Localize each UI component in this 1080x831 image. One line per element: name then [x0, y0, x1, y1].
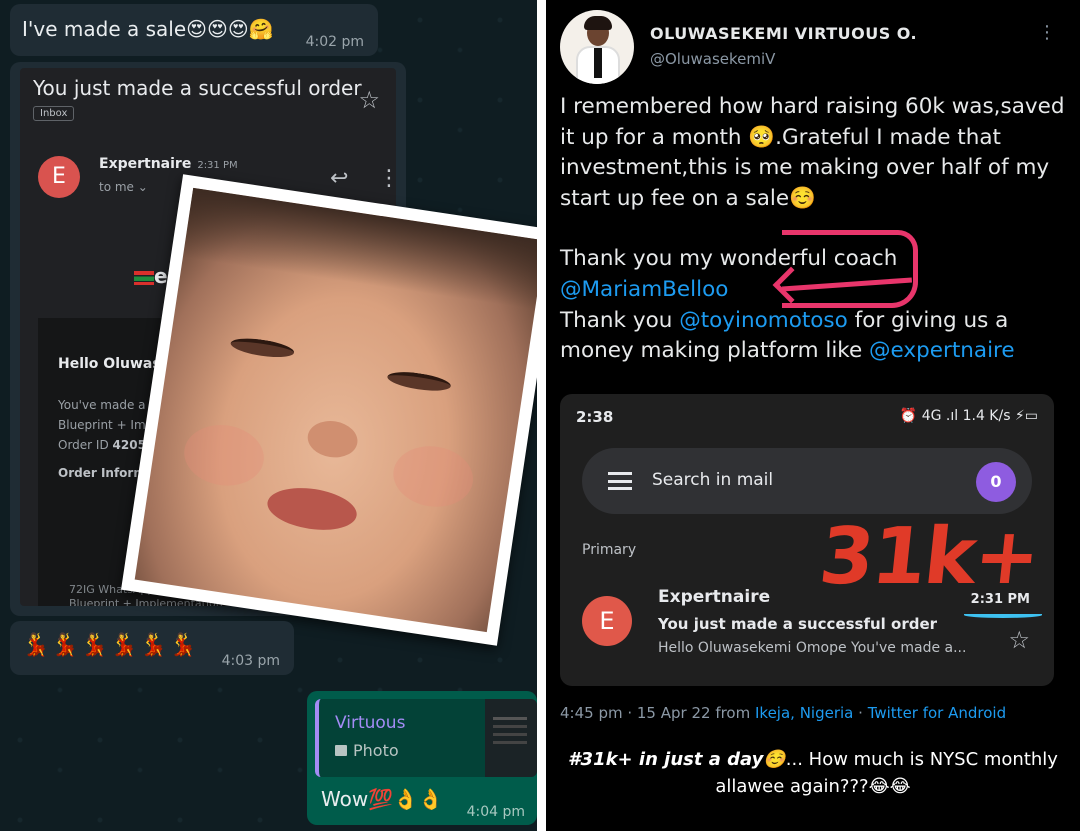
account-avatar[interactable]: 0	[976, 462, 1016, 502]
message-time: 4:04 pm	[466, 804, 525, 820]
sender-name: Expertnaire	[99, 156, 192, 172]
email-order-id: Order ID 4205	[58, 438, 146, 452]
quoted-sender: Virtuous	[335, 713, 406, 733]
message-time: 4:03 pm	[221, 653, 280, 669]
message-time: 4:02 pm	[305, 34, 364, 50]
email-subject: You just made a successful order	[658, 615, 938, 633]
incoming-message-sale[interactable]: I've made a sale😍😍😍🤗 4:02 pm	[10, 4, 378, 56]
message-text: I've made a sale😍😍😍🤗	[22, 17, 274, 41]
mail-search-bar[interactable]: Search in mail 0	[582, 448, 1032, 514]
email-snippet: Hello Oluwasekemi Omope You've made a...	[658, 640, 967, 656]
whatsapp-chat-screenshot: I've made a sale😍😍😍🤗 4:02 pm You just ma…	[0, 0, 537, 831]
outgoing-reply-message[interactable]: Virtuous Photo Wow💯👌👌 4:04 pm	[307, 691, 537, 825]
sender-avatar: E	[38, 156, 80, 198]
email-body-line: Blueprint + Imp	[58, 418, 154, 432]
client-link[interactable]: Twitter for Android	[868, 704, 1006, 722]
incoming-message-dance[interactable]: 💃💃💃💃💃💃 4:03 pm	[10, 621, 294, 675]
more-vert-icon[interactable]: ⋮	[1038, 22, 1056, 43]
inbox-section-label: Primary	[582, 542, 637, 558]
email-time: 2:31 PM	[970, 592, 1030, 607]
order-information-heading: Order Inform	[58, 466, 146, 480]
handwritten-annotation: 31k+	[815, 512, 1043, 602]
star-icon: ☆	[358, 86, 380, 114]
logo-bars-icon	[134, 270, 154, 285]
avatar-tie	[594, 48, 602, 78]
avatar-hair	[584, 16, 612, 30]
tweet-paragraph: I remembered how hard raising 60k was,sa…	[560, 94, 1065, 211]
nose	[305, 417, 360, 461]
tweet-line: money making platform like @expertnaire	[560, 338, 1015, 364]
divider	[537, 0, 546, 831]
camera-icon	[335, 745, 347, 756]
email-recipient: to me ⌄	[99, 180, 148, 194]
baby-photo-sticker	[121, 174, 537, 646]
inbox-label: Inbox	[33, 106, 75, 121]
quoted-message[interactable]: Virtuous Photo	[315, 699, 537, 777]
email-subject: You just made a successful order	[33, 76, 362, 100]
handdrawn-arrow-loop	[782, 230, 918, 308]
quoted-thumbnail	[485, 699, 537, 777]
email-sender: Expertnaire 2:31 PM	[99, 156, 238, 172]
quoted-type: Photo	[335, 741, 399, 760]
hamburger-menu-icon[interactable]	[608, 472, 632, 490]
tweet-line: Thank you @toyinomotoso for giving us a	[560, 307, 1009, 333]
status-bar-icons: ⏰ 4G .ıl 1.4 K/s ⚡▭	[899, 408, 1038, 424]
handdrawn-underline	[964, 612, 1042, 618]
search-placeholder: Search in mail	[652, 470, 774, 490]
message-text: Wow💯👌👌	[321, 787, 443, 811]
user-handle[interactable]: @OluwasekemiV	[650, 50, 775, 68]
sender-time: 2:31 PM	[197, 160, 238, 171]
reply-icon: ↩	[330, 166, 349, 191]
eye	[386, 368, 452, 395]
profile-avatar[interactable]	[560, 10, 634, 84]
email-sender: Expertnaire	[658, 587, 771, 607]
tweet-meta: 4:45 pm · 15 Apr 22 from Ikeja, Nigeria …	[560, 704, 1007, 722]
eye	[229, 335, 296, 361]
lips	[264, 482, 360, 536]
attached-gmail-screenshot[interactable]: 2:38 ⏰ 4G .ıl 1.4 K/s ⚡▭ Search in mail …	[560, 394, 1054, 686]
twitter-post-screenshot: OLUWASEKEMI VIRTUOUS O. @OluwasekemiV ⋮ …	[546, 0, 1080, 831]
cheek	[389, 440, 478, 513]
star-icon[interactable]: ☆	[1008, 626, 1030, 654]
status-bar-time: 2:38	[576, 408, 614, 426]
caption-text: #31k+ in just a day☺️... How much is NYS…	[546, 746, 1080, 800]
message-text: 💃💃💃💃💃💃	[22, 633, 199, 658]
location-link[interactable]: Ikeja, Nigeria	[755, 704, 853, 722]
sender-avatar: E	[582, 596, 632, 646]
display-name[interactable]: OLUWASEKEMI VIRTUOUS O.	[650, 24, 917, 43]
cheek	[180, 419, 269, 491]
caption-bold: #31k+ in just a day☺️	[568, 749, 786, 770]
email-body-line: You've made a	[58, 398, 146, 412]
mention-link[interactable]: @toyinomotoso	[679, 308, 848, 333]
mention-link[interactable]: @expertnaire	[869, 338, 1015, 363]
baby-face-image	[134, 187, 537, 633]
more-vert-icon: ⋮	[378, 166, 396, 191]
